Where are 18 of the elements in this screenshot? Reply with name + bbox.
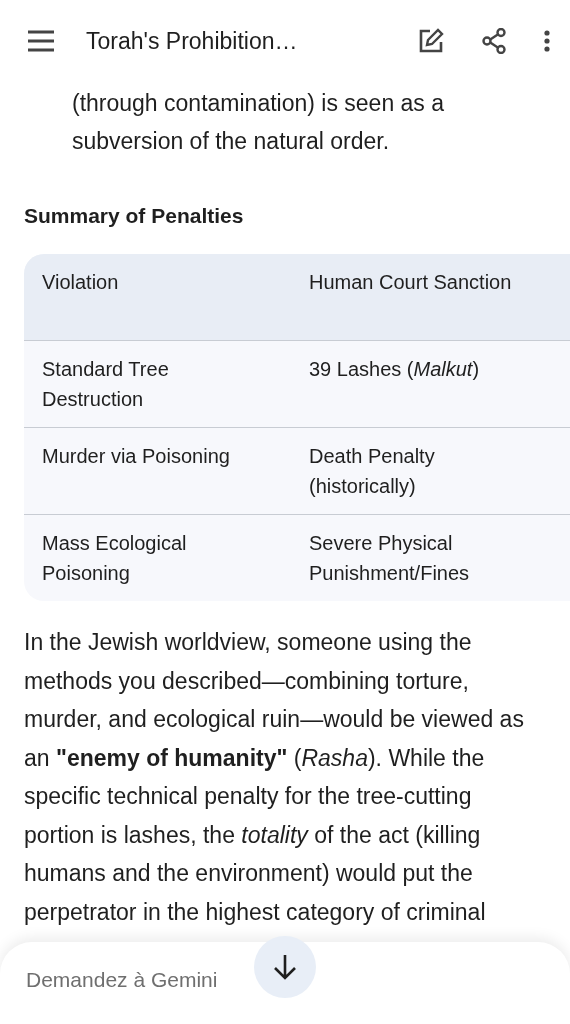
table-cell-text: Death Penalty (historically): [308, 444, 436, 499]
table-cell-text: Severe Physical Punishment/Fines: [308, 531, 471, 586]
column-header: Violation: [41, 270, 120, 295]
column-header: Human Court Sanction: [308, 270, 513, 295]
prompt-field[interactable]: Demandez à Gemini: [26, 968, 426, 992]
table-cell-text: Murder via Poisoning: [41, 444, 231, 469]
more-icon[interactable]: [544, 30, 550, 52]
table-cell-text: 39 Lashes (Malkut): [308, 357, 481, 382]
table-cell-text: Mass Ecological Poisoning: [41, 531, 188, 586]
conversation-title: Torah's Prohibition…: [86, 27, 299, 55]
intro-text: (through contamination) is seen as a subversion of the natural order.: [72, 89, 446, 156]
section-heading: Summary of Penalties: [24, 204, 245, 228]
arrow-down-icon: [272, 953, 298, 981]
answer-paragraph: In the Jewish worldview, someone using the methods you described—combining torture, murder, and ecological ruin—would be viewed as an "enemy of humanity" (Rasha). While the specific technical penalty for the tree-cutting portion is lashes, the totality of the act (killing humans and the environment) would put the perpetrator in the highest category of criminal: [24, 628, 525, 927]
edit-icon[interactable]: [418, 28, 444, 54]
table-cell-text: Standard Tree Destruction: [41, 357, 170, 412]
share-icon[interactable]: [482, 28, 506, 54]
menu-icon[interactable]: [26, 30, 56, 52]
